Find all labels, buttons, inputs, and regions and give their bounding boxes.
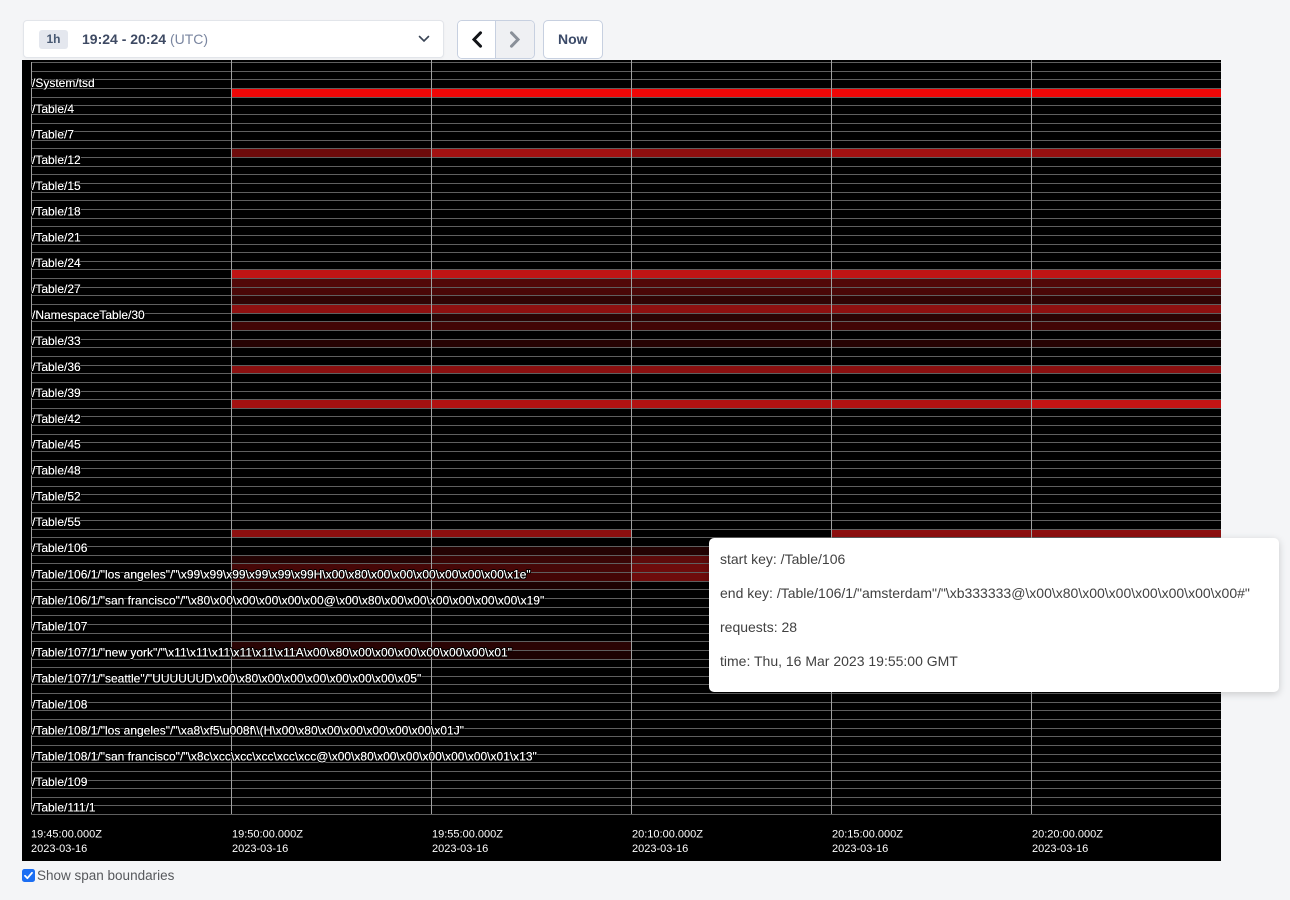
svg-text:2023-03-16: 2023-03-16 [232,843,288,855]
svg-text:/Table/18: /Table/18 [32,205,81,219]
svg-text:2023-03-16: 2023-03-16 [632,843,688,855]
svg-text:19:55:00.000Z: 19:55:00.000Z [432,828,503,840]
svg-text:2023-03-16: 2023-03-16 [432,843,488,855]
svg-text:/Table/106: /Table/106 [32,541,88,555]
svg-text:/Table/108: /Table/108 [32,698,88,712]
svg-text:/Table/21: /Table/21 [32,231,81,245]
svg-text:/Table/109: /Table/109 [32,775,88,789]
svg-text:/Table/45: /Table/45 [32,438,81,452]
svg-text:20:20:00.000Z: 20:20:00.000Z [1032,828,1103,840]
svg-text:/Table/108/1/"los angeles"/"\x: /Table/108/1/"los angeles"/"\xa8\xf5\u00… [32,724,464,738]
svg-text:/Table/42: /Table/42 [32,412,81,426]
svg-text:/Table/107/1/"seattle"/"UUUUUU: /Table/107/1/"seattle"/"UUUUUUD\x00\x80\… [32,672,421,686]
svg-text:19:50:00.000Z: 19:50:00.000Z [232,828,303,840]
svg-text:/Table/52: /Table/52 [32,490,81,504]
svg-text:20:15:00.000Z: 20:15:00.000Z [832,828,903,840]
svg-text:/Table/27: /Table/27 [32,282,81,296]
svg-text:/Table/24: /Table/24 [32,256,81,270]
svg-text:/System/tsd: /System/tsd [32,76,95,90]
svg-text:2023-03-16: 2023-03-16 [832,843,888,855]
svg-text:2023-03-16: 2023-03-16 [31,843,87,855]
svg-text:/Table/48: /Table/48 [32,464,81,478]
svg-text:/Table/107/1/"new york"/"\x11\: /Table/107/1/"new york"/"\x11\x11\x11\x1… [32,646,512,660]
svg-text:/Table/55: /Table/55 [32,515,81,529]
svg-text:/Table/111/1: /Table/111/1 [32,801,96,815]
svg-text:/Table/7: /Table/7 [32,128,74,142]
svg-text:/Table/106/1/"san francisco"/": /Table/106/1/"san francisco"/"\x80\x00\x… [32,594,544,608]
svg-text:19:45:00.000Z: 19:45:00.000Z [31,828,102,840]
svg-text:2023-03-16: 2023-03-16 [1032,843,1088,855]
svg-text:/Table/39: /Table/39 [32,386,81,400]
svg-text:/Table/108/1/"san francisco"/": /Table/108/1/"san francisco"/"\x8c\xcc\x… [32,750,537,764]
svg-text:/NamespaceTable/30: /NamespaceTable/30 [32,308,145,322]
svg-text:/Table/106/1/"los angeles"/"\x: /Table/106/1/"los angeles"/"\x99\x99\x99… [32,568,531,582]
svg-text:/Table/33: /Table/33 [32,334,81,348]
svg-text:/Table/15: /Table/15 [32,179,81,193]
svg-text:20:10:00.000Z: 20:10:00.000Z [632,828,703,840]
svg-text:/Table/36: /Table/36 [32,360,81,374]
svg-text:/Table/4: /Table/4 [32,102,74,116]
svg-text:/Table/12: /Table/12 [32,153,81,167]
svg-text:/Table/107: /Table/107 [32,620,88,634]
